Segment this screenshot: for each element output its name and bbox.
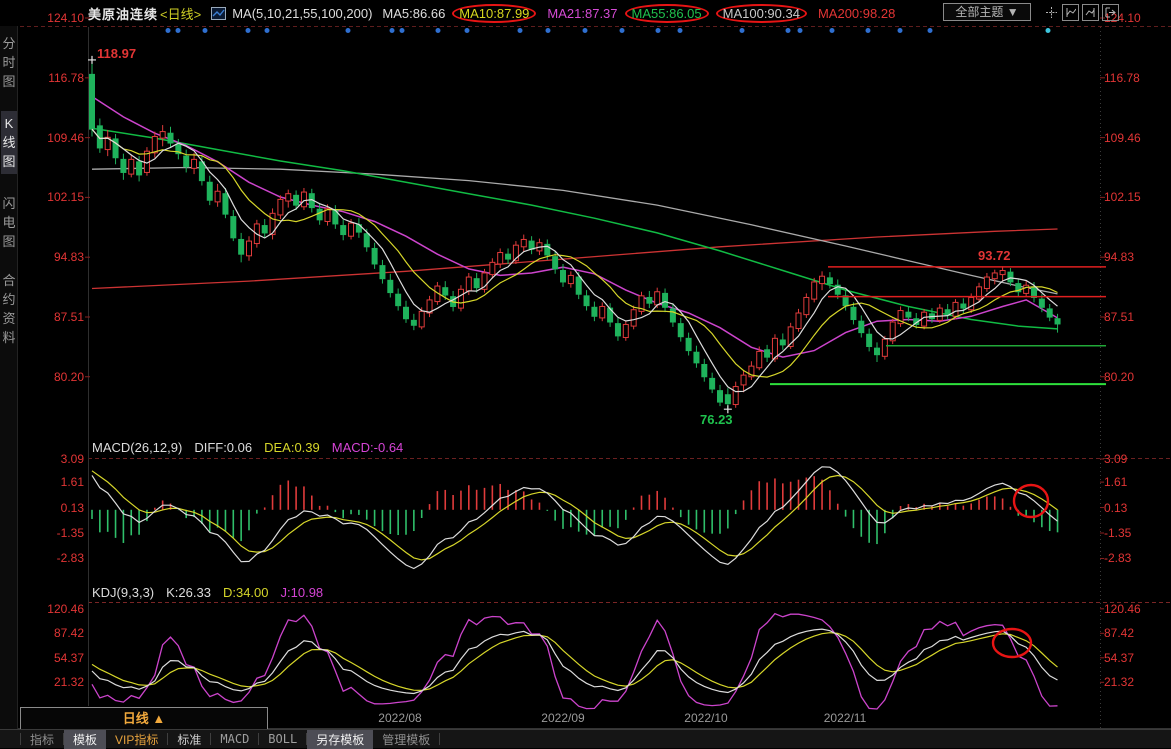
toolbar-item-指标[interactable]: 指标 xyxy=(21,730,63,749)
kdj-axis-label-right: 54.37 xyxy=(1104,651,1134,665)
instrument-title: 美原油连续 xyxy=(88,4,158,23)
macd-diff-value: DIFF:0.06 xyxy=(194,440,252,455)
macd-axis-label-right: -1.35 xyxy=(1104,526,1131,540)
kdj-axis-label-right: 21.32 xyxy=(1104,675,1134,689)
price-axis-label-right: 109.46 xyxy=(1104,131,1141,145)
toolbar-item-BOLL[interactable]: BOLL xyxy=(259,731,306,747)
sidebar-tab-分时图[interactable]: 分时图 xyxy=(1,34,17,91)
low-price-annotation: 76.23 xyxy=(700,412,733,427)
candlestick-chart-svg xyxy=(0,0,1171,747)
sidebar-tab-K线图[interactable]: K线图 xyxy=(1,111,17,174)
chart-type-sidebar: 分时图 K线图闪电图合约资料 xyxy=(0,26,18,747)
month-label: 2022/11 xyxy=(810,711,880,725)
kdj-axis-label-left: 54.37 xyxy=(24,651,84,665)
toolbar-item-管理模板[interactable]: 管理模板 xyxy=(373,730,439,749)
ma-value: MA55:86.05 xyxy=(625,4,709,23)
toolbar-item-另存模板[interactable]: 另存模板 xyxy=(307,730,373,749)
price-axis-label-left: 94.83 xyxy=(24,250,84,264)
resistance-annotation: 93.72 xyxy=(978,248,1011,263)
price-axis-label-right: 87.51 xyxy=(1104,310,1134,324)
macd-axis-label-left: -1.35 xyxy=(24,526,84,540)
macd-indicator-label: MACD(26,12,9) xyxy=(92,440,182,455)
ma-value: MA21:87.37 xyxy=(547,6,617,21)
kdj-axis-label-left: 21.32 xyxy=(24,675,84,689)
price-axis-label-right: 94.83 xyxy=(1104,250,1134,264)
price-axis-label-right: 116.78 xyxy=(1104,71,1140,85)
kdj-d-value: D:34.00 xyxy=(223,585,269,600)
header-controls: 全部主题 ▼ xyxy=(943,3,1119,21)
price-axis-label-right: 102.15 xyxy=(1104,190,1141,204)
ma-values-row: MA5:86.66 MA10:87.99 MA21:87.37 MA55:86.05 M… xyxy=(382,6,906,21)
kdj-j-value: J:10.98 xyxy=(281,585,324,600)
candlestick-chart-icon xyxy=(211,7,226,20)
period-tag: <日线> xyxy=(160,4,201,23)
macd-axis-label-right: 1.61 xyxy=(1104,475,1127,489)
ma-value: MA200:98.28 xyxy=(818,6,895,21)
exit-window-icon[interactable] xyxy=(1102,4,1119,21)
ma-value: MA100:90.34 xyxy=(716,4,807,23)
macd-axis-label-left: 0.13 xyxy=(24,501,84,515)
price-axis-label-left: 80.20 xyxy=(24,370,84,384)
ma-value: MA10:87.99 xyxy=(452,4,536,23)
kdj-axis-label-left: 87.42 xyxy=(24,626,84,640)
kdj-k-value: K:26.33 xyxy=(166,585,211,600)
period-selector[interactable]: 日线 ▲ xyxy=(20,707,268,730)
bottom-toolbar: 指标模板VIP指标标准MACDBOLL另存模板管理模板 xyxy=(0,729,1171,748)
month-label: 2022/10 xyxy=(671,711,741,725)
price-axis-label-right: 80.20 xyxy=(1104,370,1134,384)
month-label: 2022/08 xyxy=(365,711,435,725)
macd-axis-label-right: -2.83 xyxy=(1104,551,1131,565)
fit-y-axis-right-icon[interactable] xyxy=(1082,4,1099,21)
pan-icon[interactable] xyxy=(1044,5,1059,20)
kdj-indicator-label: KDJ(9,3,3) xyxy=(92,585,154,600)
ma-value: MA5:86.66 xyxy=(382,6,445,21)
toolbar-item-标准[interactable]: 标准 xyxy=(168,730,210,749)
fit-y-axis-left-icon[interactable] xyxy=(1062,4,1079,21)
kdj-axis-label-left: 120.46 xyxy=(24,602,84,616)
price-axis-label-left: 116.78 xyxy=(24,71,84,85)
macd-dea-value: DEA:0.39 xyxy=(264,440,320,455)
macd-axis-label-right: 3.09 xyxy=(1104,452,1127,466)
macd-axis-label-right: 0.13 xyxy=(1104,501,1127,515)
macd-axis-label-left: 3.09 xyxy=(24,452,84,466)
price-axis-label-left: 109.46 xyxy=(24,131,84,145)
high-price-annotation: 118.97 xyxy=(97,46,136,61)
theme-dropdown[interactable]: 全部主题 ▼ xyxy=(943,3,1031,21)
kdj-axis-label-right: 87.42 xyxy=(1104,626,1134,640)
month-label: 2022/09 xyxy=(528,711,598,725)
macd-axis-label-left: 1.61 xyxy=(24,475,84,489)
ma-settings-label: MA(5,10,21,55,100,200) xyxy=(232,6,372,21)
macd-axis-label-left: -2.83 xyxy=(24,551,84,565)
sidebar-tab-合约资料[interactable]: 合约资料 xyxy=(1,271,17,347)
sidebar-tab-闪电图[interactable]: 闪电图 xyxy=(1,194,17,251)
price-axis-label-left: 87.51 xyxy=(24,310,84,324)
toolbar-item-MACD[interactable]: MACD xyxy=(211,731,258,747)
toolbar-separator xyxy=(439,733,440,745)
kdj-axis-label-right: 120.46 xyxy=(1104,602,1141,616)
toolbar-item-模板[interactable]: 模板 xyxy=(64,730,106,749)
macd-value: MACD:-0.64 xyxy=(332,440,404,455)
kdj-label-row: KDJ(9,3,3) K:26.33 D:34.00 J:10.98 xyxy=(92,585,335,600)
macd-label-row: MACD(26,12,9) DIFF:0.06 DEA:0.39 MACD:-0… xyxy=(92,440,415,455)
price-axis-label-left: 102.15 xyxy=(24,190,84,204)
toolbar-item-VIP指标[interactable]: VIP指标 xyxy=(106,730,167,749)
